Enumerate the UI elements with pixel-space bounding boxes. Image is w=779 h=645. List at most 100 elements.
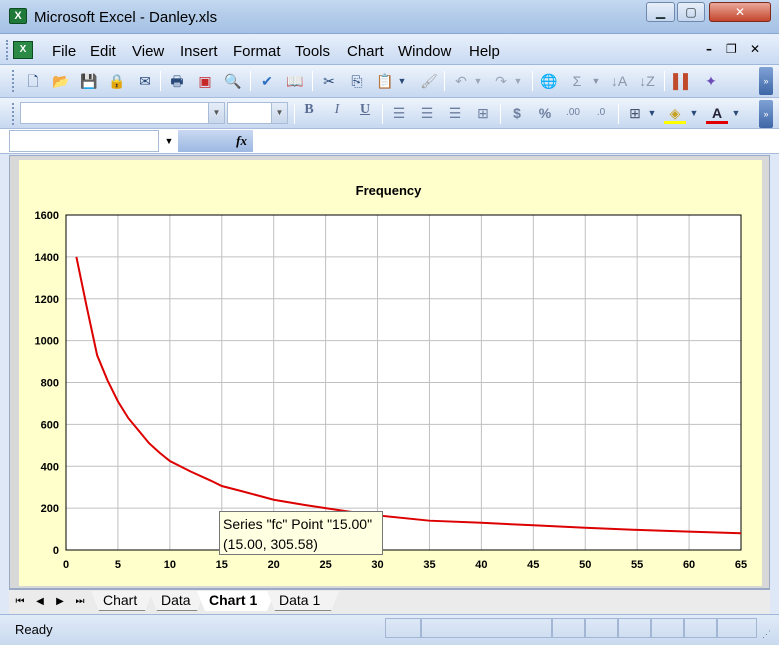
status-panel: [421, 618, 552, 638]
italic-button[interactable]: I: [326, 102, 348, 124]
menubar-grip[interactable]: [6, 40, 9, 60]
paste-dropdown-icon[interactable]: ▼: [396, 70, 408, 92]
y-tick-label: 1200: [35, 294, 59, 306]
x-tick-label: 30: [371, 559, 383, 571]
sheet-tab-data[interactable]: Data: [149, 591, 205, 611]
x-tick-label: 40: [475, 559, 487, 571]
sort-ascending-icon[interactable]: ↓A: [608, 70, 630, 92]
last-sheet-button[interactable]: ⏭: [73, 595, 87, 609]
standard-toolbar: 🗋 📂 💾 🔒 ✉ 🖶 ▣ 🔍 ✔ 📖 ✂ ⎘ 📋 ▼ 🖌 ↶ ▼ ↷ ▼ 🌐 …: [0, 65, 779, 98]
chart-wizard-icon[interactable]: ▌▌: [672, 70, 694, 92]
excel-app-icon[interactable]: X: [9, 8, 27, 24]
chart-svg[interactable]: Frequency 0 5 10 15 20 25 30 35 40 45 50 55 60 65 0 200 4…: [19, 160, 762, 586]
open-icon[interactable]: 📂: [50, 70, 72, 92]
menu-insert[interactable]: Insert: [180, 43, 218, 60]
sheet-tab-chart-1[interactable]: Chart 1: [197, 591, 275, 611]
next-sheet-button[interactable]: ▶: [53, 595, 67, 609]
menu-view[interactable]: View: [132, 43, 164, 60]
menu-chart[interactable]: Chart: [347, 43, 384, 60]
currency-button[interactable]: $: [506, 102, 528, 124]
email-icon[interactable]: ✉: [134, 70, 156, 92]
insert-function-button[interactable]: fx: [178, 130, 253, 152]
align-center-icon[interactable]: ☰: [416, 102, 438, 124]
chevron-down-icon[interactable]: ▼: [208, 103, 224, 123]
menu-file[interactable]: File: [52, 43, 76, 60]
increase-decimal-button[interactable]: .00: [562, 102, 584, 124]
menu-edit[interactable]: Edit: [90, 43, 116, 60]
font-color-dropdown-icon[interactable]: ▼: [730, 102, 742, 124]
pdf-icon[interactable]: ▣: [194, 70, 216, 92]
status-panel: [385, 618, 421, 638]
first-sheet-button[interactable]: ⏮: [13, 595, 27, 609]
merge-center-icon[interactable]: ⊞: [472, 102, 494, 124]
y-tick-label: 0: [53, 545, 59, 557]
chart-area[interactable]: Frequency 0 5 10 15 20 25 30 35 40 45 50 55 60 65 0 200 4…: [19, 160, 762, 586]
redo-icon[interactable]: ↷: [490, 70, 512, 92]
print-preview-icon[interactable]: 🔍: [222, 70, 244, 92]
close-button[interactable]: ✕: [709, 2, 771, 22]
x-tick-label: 5: [115, 559, 121, 571]
toolbar-options-chevron[interactable]: »: [759, 67, 773, 95]
doc-minimize-button[interactable]: –: [706, 42, 712, 56]
x-tick-label: 50: [579, 559, 591, 571]
align-right-icon[interactable]: ☰: [444, 102, 466, 124]
status-panel: [684, 618, 717, 638]
decrease-decimal-button[interactable]: .0: [590, 102, 612, 124]
menu-help[interactable]: Help: [469, 43, 500, 60]
sheet-tab-chart[interactable]: Chart: [91, 591, 153, 611]
x-tick-label: 25: [319, 559, 331, 571]
borders-dropdown-icon[interactable]: ▼: [646, 102, 658, 124]
new-icon[interactable]: 🗋: [22, 70, 44, 92]
undo-icon[interactable]: ↶: [450, 70, 472, 92]
sheet-tab-data-1[interactable]: Data 1: [267, 591, 339, 611]
bold-button[interactable]: B: [298, 102, 320, 124]
chevron-down-icon[interactable]: ▼: [271, 103, 287, 123]
fill-color-dropdown-icon[interactable]: ▼: [688, 102, 700, 124]
doc-restore-button[interactable]: ❐: [726, 42, 737, 56]
toolbar-grip[interactable]: [12, 70, 15, 92]
toolbar-options-chevron[interactable]: »: [759, 100, 773, 128]
font-name-combo[interactable]: ▼: [20, 102, 225, 124]
copy-icon[interactable]: ⎘: [346, 70, 368, 92]
underline-button[interactable]: U: [354, 102, 376, 124]
drawing-icon[interactable]: ✦: [700, 70, 722, 92]
status-panel: [651, 618, 684, 638]
undo-dropdown-icon[interactable]: ▼: [472, 70, 484, 92]
x-tick-label: 35: [423, 559, 435, 571]
x-tick-label: 60: [683, 559, 695, 571]
autosum-icon[interactable]: Σ: [566, 70, 588, 92]
workbook-icon[interactable]: X: [13, 41, 33, 59]
toolbar-grip[interactable]: [12, 103, 15, 125]
save-icon[interactable]: 💾: [78, 70, 100, 92]
menu-tools[interactable]: Tools: [295, 43, 330, 60]
name-box[interactable]: [9, 130, 159, 152]
print-icon[interactable]: 🖶: [166, 70, 188, 92]
cut-icon[interactable]: ✂: [318, 70, 340, 92]
spelling-icon[interactable]: ✔: [256, 70, 278, 92]
format-painter-icon[interactable]: 🖌: [418, 70, 440, 92]
font-color-icon[interactable]: A: [706, 102, 728, 124]
research-icon[interactable]: 📖: [284, 70, 306, 92]
sort-descending-icon[interactable]: ↓Z: [636, 70, 658, 92]
permission-icon[interactable]: 🔒: [106, 70, 128, 92]
x-tick-label: 0: [63, 559, 69, 571]
redo-dropdown-icon[interactable]: ▼: [512, 70, 524, 92]
align-left-icon[interactable]: ☰: [388, 102, 410, 124]
minimize-button[interactable]: ▁: [646, 2, 675, 22]
percent-button[interactable]: %: [534, 102, 556, 124]
chevron-down-icon[interactable]: ▼: [160, 130, 178, 152]
font-size-combo[interactable]: ▼: [227, 102, 288, 124]
maximize-button[interactable]: ▢: [677, 2, 705, 22]
menu-format[interactable]: Format: [233, 43, 281, 60]
doc-close-button[interactable]: ✕: [750, 42, 760, 56]
hyperlink-icon[interactable]: 🌐: [538, 70, 560, 92]
resize-grip-icon[interactable]: ⋰: [762, 629, 771, 640]
paste-icon[interactable]: 📋: [374, 70, 396, 92]
fill-color-icon[interactable]: ◈: [664, 102, 686, 124]
borders-icon[interactable]: ⊞: [624, 102, 646, 124]
tooltip-line-2: (15.00, 305.58): [223, 536, 318, 552]
autosum-dropdown-icon[interactable]: ▼: [590, 70, 602, 92]
prev-sheet-button[interactable]: ◀: [33, 595, 47, 609]
menu-window[interactable]: Window: [398, 43, 451, 60]
x-tick-label: 15: [216, 559, 228, 571]
